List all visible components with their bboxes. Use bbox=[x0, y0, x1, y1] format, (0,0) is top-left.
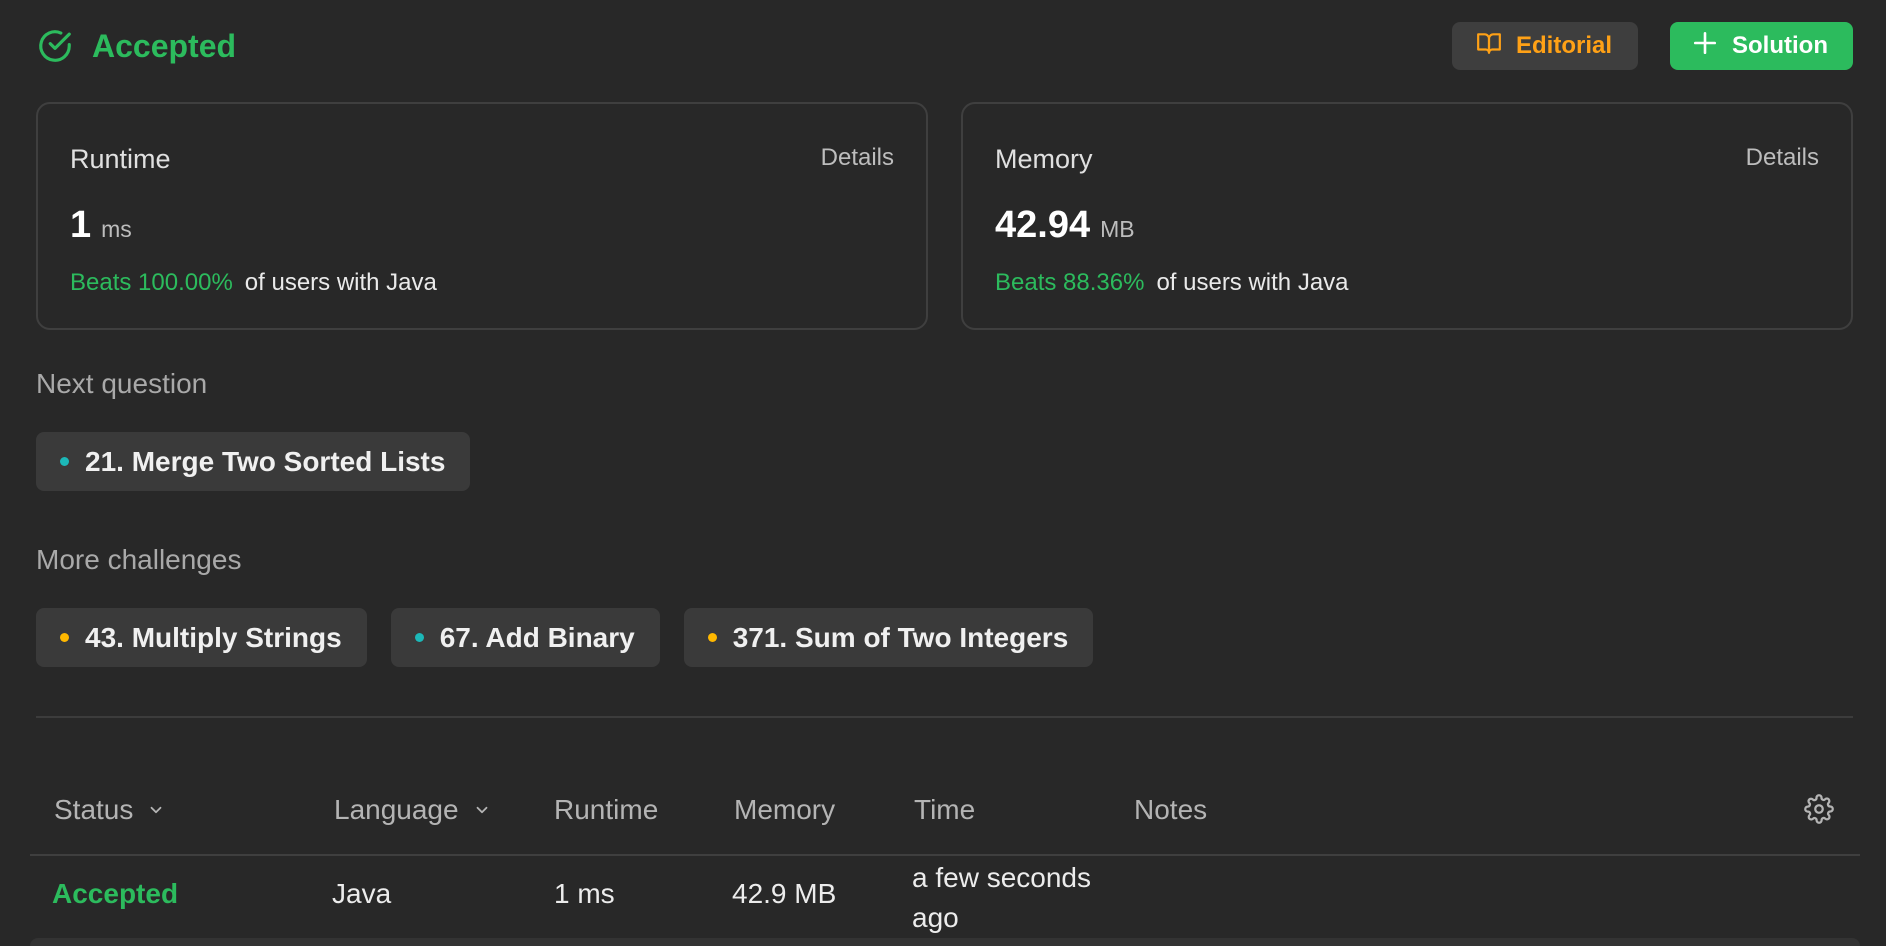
status-column-header[interactable]: Status bbox=[54, 794, 165, 826]
chevron-down-icon bbox=[147, 794, 165, 826]
status-column-label: Status bbox=[54, 794, 134, 825]
next-question-list: 21. Merge Two Sorted Lists bbox=[36, 432, 471, 491]
gear-icon[interactable] bbox=[1804, 794, 1834, 829]
runtime-beats-percent: Beats 100.00% bbox=[70, 269, 233, 296]
chevron-down-icon bbox=[473, 794, 491, 826]
runtime-beats-suffix: of users with Java bbox=[244, 269, 437, 296]
runtime-value: 1 ms bbox=[70, 204, 132, 247]
notes-column-header: Notes bbox=[1134, 794, 1208, 825]
memory-details-link[interactable]: Details bbox=[1746, 144, 1819, 172]
memory-title: Memory bbox=[995, 144, 1093, 174]
result-status: Accepted bbox=[36, 27, 236, 65]
more-challenges-list: 43. Multiply Strings 67. Add Binary 371.… bbox=[36, 608, 1094, 667]
next-row-edge bbox=[30, 938, 1860, 946]
table-row[interactable]: Accepted Java 1 ms 42.9 MB a few seconds… bbox=[30, 858, 1860, 938]
submissions-table-header: Status Language Runtime Memory Time Note… bbox=[30, 780, 1860, 856]
language-column-header[interactable]: Language bbox=[334, 794, 491, 826]
difficulty-dot bbox=[60, 633, 69, 642]
question-title: 371. Sum of Two Integers bbox=[732, 621, 1069, 653]
plus-icon bbox=[1692, 30, 1718, 63]
question-chip[interactable]: 43. Multiply Strings bbox=[36, 608, 367, 667]
header-actions: Editorial Solution bbox=[1452, 22, 1853, 70]
submission-runtime: 1 ms bbox=[554, 878, 615, 909]
book-open-icon bbox=[1476, 30, 1502, 63]
question-title: 21. Merge Two Sorted Lists bbox=[85, 445, 446, 477]
runtime-card[interactable]: Runtime Details 1 ms Beats 100.00% of us… bbox=[36, 102, 928, 330]
memory-card[interactable]: Memory Details 42.94 MB Beats 88.36% of … bbox=[961, 102, 1853, 330]
runtime-number: 1 bbox=[70, 204, 92, 246]
memory-beats: Beats 88.36% of users with Java bbox=[995, 269, 1349, 297]
runtime-unit: ms bbox=[101, 216, 132, 242]
memory-beats-percent: Beats 88.36% bbox=[995, 269, 1145, 296]
language-column-label: Language bbox=[334, 794, 459, 825]
memory-number: 42.94 bbox=[995, 204, 1091, 246]
time-column-header: Time bbox=[914, 794, 976, 825]
runtime-title: Runtime bbox=[70, 144, 171, 174]
solution-label: Solution bbox=[1732, 32, 1828, 59]
question-chip[interactable]: 21. Merge Two Sorted Lists bbox=[36, 432, 471, 491]
submission-result-panel: Accepted Editorial Solution Runtime Deta… bbox=[0, 0, 1886, 946]
submission-language: Java bbox=[332, 878, 392, 909]
memory-value: 42.94 MB bbox=[995, 204, 1135, 247]
next-question-label: Next question bbox=[36, 368, 208, 399]
runtime-beats: Beats 100.00% of users with Java bbox=[70, 269, 437, 297]
memory-unit: MB bbox=[1100, 216, 1135, 242]
memory-column-header: Memory bbox=[734, 794, 836, 825]
check-circle-icon bbox=[36, 27, 74, 65]
runtime-details-link[interactable]: Details bbox=[821, 144, 894, 172]
runtime-column-header: Runtime bbox=[554, 794, 659, 825]
status-title: Accepted bbox=[92, 27, 237, 64]
difficulty-dot bbox=[60, 457, 69, 466]
result-header: Accepted Editorial Solution bbox=[36, 22, 1853, 70]
submission-time-line1: a few seconds bbox=[912, 862, 1091, 893]
question-chip[interactable]: 371. Sum of Two Integers bbox=[683, 608, 1094, 667]
more-challenges-label: More challenges bbox=[36, 544, 242, 575]
question-title: 67. Add Binary bbox=[439, 621, 635, 653]
section-divider bbox=[36, 716, 1853, 718]
question-chip[interactable]: 67. Add Binary bbox=[390, 608, 660, 667]
submission-time: a few seconds ago bbox=[912, 858, 1091, 938]
solution-button[interactable]: Solution bbox=[1670, 22, 1853, 70]
difficulty-dot bbox=[707, 633, 717, 642]
submission-time-line2: ago bbox=[912, 902, 959, 933]
question-title: 43. Multiply Strings bbox=[85, 621, 342, 653]
editorial-label: Editorial bbox=[1516, 32, 1613, 59]
difficulty-dot bbox=[414, 633, 424, 642]
stats-cards: Runtime Details 1 ms Beats 100.00% of us… bbox=[36, 102, 1853, 330]
memory-beats-suffix: of users with Java bbox=[1156, 269, 1349, 296]
submission-memory: 42.9 MB bbox=[732, 878, 837, 909]
editorial-button[interactable]: Editorial bbox=[1452, 22, 1638, 70]
submission-status[interactable]: Accepted bbox=[52, 878, 178, 910]
